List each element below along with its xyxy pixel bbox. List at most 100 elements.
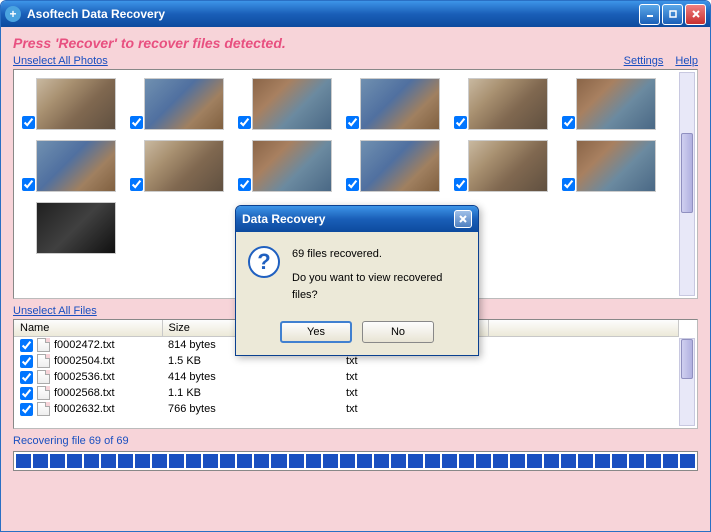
photo-item[interactable]	[130, 78, 238, 132]
photo-item[interactable]	[562, 140, 670, 194]
photo-checkbox[interactable]	[130, 116, 143, 129]
photo-item[interactable]	[454, 78, 562, 132]
table-row[interactable]: f0002568.txt1.1 KBtxt	[14, 385, 679, 401]
file-size: 1.1 KB	[162, 385, 340, 401]
photo-item[interactable]	[130, 140, 238, 194]
photo-thumbnail	[36, 202, 116, 254]
photo-thumbnail	[576, 78, 656, 130]
progress-segment	[374, 454, 389, 468]
file-icon	[37, 386, 50, 400]
progress-segment	[391, 454, 406, 468]
instruction-text: Press 'Recover' to recover files detecte…	[13, 35, 698, 51]
photo-item[interactable]	[22, 78, 130, 132]
photo-item[interactable]	[22, 202, 130, 256]
photo-item[interactable]	[346, 140, 454, 194]
photo-checkbox[interactable]	[454, 116, 467, 129]
yes-button[interactable]: Yes	[280, 321, 352, 343]
photo-checkbox[interactable]	[346, 178, 359, 191]
file-scrollbar[interactable]	[679, 338, 695, 426]
app-window: + Asoftech Data Recovery Press 'Recover'…	[0, 0, 711, 532]
recovery-dialog: Data Recovery ? 69 files recovered. Do y…	[235, 205, 479, 356]
file-icon	[37, 402, 50, 416]
titlebar: + Asoftech Data Recovery	[1, 1, 710, 27]
file-checkbox[interactable]	[20, 403, 33, 416]
scrollbar-thumb[interactable]	[681, 339, 693, 379]
window-controls	[639, 4, 706, 25]
file-ext: txt	[340, 369, 488, 385]
progress-segment	[118, 454, 133, 468]
photo-checkbox[interactable]	[346, 116, 359, 129]
photo-thumbnail	[468, 78, 548, 130]
unselect-all-files-link[interactable]: Unselect All Files	[13, 305, 97, 317]
settings-link[interactable]: Settings	[624, 55, 664, 67]
progress-segment	[203, 454, 218, 468]
progress-segment	[306, 454, 321, 468]
progress-segment	[510, 454, 525, 468]
photo-checkbox[interactable]	[22, 116, 35, 129]
file-checkbox[interactable]	[20, 371, 33, 384]
table-row[interactable]: f0002536.txt414 bytestxt	[14, 369, 679, 385]
progress-segment	[186, 454, 201, 468]
dialog-message: 69 files recovered. Do you want to view …	[292, 246, 466, 305]
progress-segment	[84, 454, 99, 468]
photo-item[interactable]	[22, 140, 130, 194]
maximize-button[interactable]	[662, 4, 683, 25]
no-button[interactable]: No	[362, 321, 434, 343]
photo-scrollbar[interactable]	[679, 72, 695, 296]
file-name: f0002504.txt	[54, 355, 115, 367]
close-button[interactable]	[685, 4, 706, 25]
file-icon	[37, 354, 50, 368]
photo-checkbox[interactable]	[22, 178, 35, 191]
progress-segment	[612, 454, 627, 468]
progress-segment	[663, 454, 678, 468]
file-checkbox[interactable]	[20, 387, 33, 400]
progress-segment	[442, 454, 457, 468]
photo-item[interactable]	[238, 140, 346, 194]
photo-checkbox[interactable]	[562, 178, 575, 191]
dialog-close-button[interactable]	[454, 210, 472, 228]
col-header-blank[interactable]	[488, 320, 679, 337]
photo-item[interactable]	[346, 78, 454, 132]
photo-thumbnail	[144, 140, 224, 192]
minimize-button[interactable]	[639, 4, 660, 25]
progress-segment	[578, 454, 593, 468]
photo-item[interactable]	[454, 140, 562, 194]
table-row[interactable]: f0002632.txt766 bytestxt	[14, 401, 679, 417]
file-checkbox[interactable]	[20, 355, 33, 368]
photo-checkbox[interactable]	[130, 178, 143, 191]
progress-segment	[237, 454, 252, 468]
app-icon: +	[5, 6, 21, 22]
photo-thumbnail	[576, 140, 656, 192]
progress-segment	[289, 454, 304, 468]
photo-checkbox[interactable]	[454, 178, 467, 191]
photo-thumbnail	[36, 140, 116, 192]
photo-checkbox[interactable]	[238, 116, 251, 129]
photo-item[interactable]	[562, 78, 670, 132]
file-size: 766 bytes	[162, 401, 340, 417]
file-name: f0002536.txt	[54, 371, 115, 383]
photo-thumbnail	[36, 78, 116, 130]
file-icon	[37, 338, 50, 352]
progress-segment	[493, 454, 508, 468]
progress-segment	[323, 454, 338, 468]
photo-checkbox[interactable]	[562, 116, 575, 129]
photo-thumbnail	[468, 140, 548, 192]
dialog-titlebar: Data Recovery	[236, 206, 478, 232]
help-link[interactable]: Help	[675, 55, 698, 67]
photo-thumbnail	[360, 78, 440, 130]
file-ext: txt	[340, 401, 488, 417]
unselect-all-photos-link[interactable]: Unselect All Photos	[13, 55, 108, 67]
progress-segment	[544, 454, 559, 468]
progress-segment	[527, 454, 542, 468]
file-checkbox[interactable]	[20, 339, 33, 352]
photo-checkbox[interactable]	[238, 178, 251, 191]
file-name: f0002472.txt	[54, 339, 115, 351]
col-header-name[interactable]: Name	[14, 320, 162, 337]
scrollbar-thumb[interactable]	[681, 133, 693, 213]
file-ext: txt	[340, 385, 488, 401]
photo-links-row: Unselect All Photos Settings Help	[13, 55, 698, 67]
photo-item[interactable]	[238, 78, 346, 132]
progress-segment	[340, 454, 355, 468]
progress-segment	[680, 454, 695, 468]
progress-segment	[271, 454, 286, 468]
